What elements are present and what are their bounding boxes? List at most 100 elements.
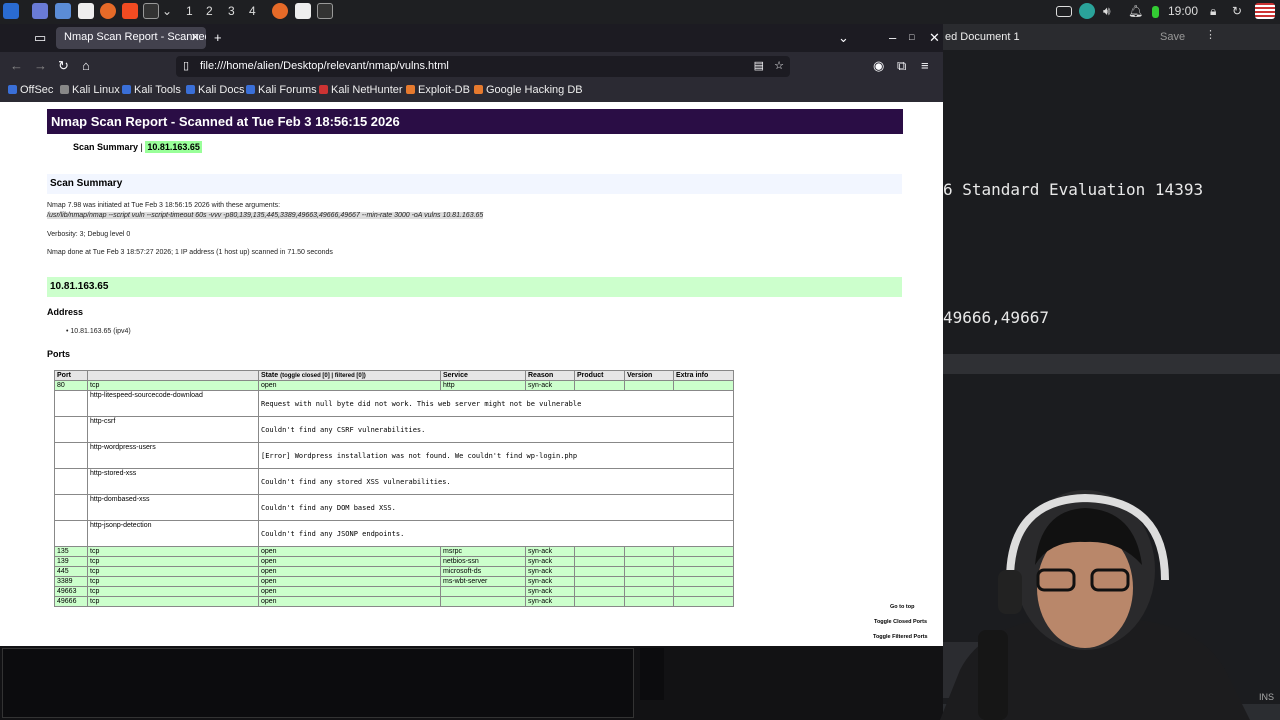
display-icon[interactable]	[1056, 6, 1072, 17]
save-button[interactable]: Save	[1160, 31, 1185, 43]
host-link[interactable]: 10.81.163.65	[145, 141, 202, 153]
bottom-terminal-area	[0, 646, 943, 720]
col-port: Port	[54, 370, 88, 381]
editor-line: 49666,49667	[943, 308, 1049, 327]
network-icon[interactable]: ↻	[1232, 4, 1242, 18]
workspace-dropdown-icon[interactable]: ⌄	[162, 4, 172, 18]
desktop-icon[interactable]	[32, 3, 48, 19]
extensions-icon[interactable]: ⧉	[897, 58, 906, 74]
app-menu-icon[interactable]: ≡	[921, 58, 929, 73]
terminal-icon[interactable]	[143, 3, 159, 19]
background-editor-titlebar: ed Document 1 Save ⋮	[943, 24, 1280, 50]
ports-table: Port State (toggle closed [0] | filtered…	[54, 370, 734, 607]
address-title: Address	[47, 307, 84, 317]
bookmark-kali-docs[interactable]: Kali Docs	[186, 84, 244, 96]
tab-bar: ▭ Nmap Scan Report - Scanned ✕ + ⌄ – □ ✕	[0, 24, 943, 52]
new-tab-icon[interactable]: +	[214, 30, 222, 45]
firefox-icon[interactable]	[100, 3, 116, 19]
bookmark-kali-tools[interactable]: Kali Tools	[122, 84, 181, 96]
system-panel: ⌄ 1 2 3 4 🔊︎ 🔔︎ 19:00 🔒︎ ↻	[0, 0, 1280, 24]
workspace-1[interactable]: 1	[186, 4, 193, 18]
bookmark-kali-forums[interactable]: Kali Forums	[246, 84, 317, 96]
tab-title: Nmap Scan Report - Scanned	[64, 31, 206, 43]
editor-line: 6 Standard Evaluation 14393	[943, 180, 1204, 199]
script-row: http-csrf Couldn't find any CSRF vulnerab…	[54, 416, 734, 443]
bookmark-kali-nethunter[interactable]: Kali NetHunter	[319, 84, 403, 96]
script-row: http-litespeed-sourcecode-download Reques…	[54, 390, 734, 417]
text-editor-icon[interactable]	[78, 3, 94, 19]
workspace-3[interactable]: 3	[228, 4, 235, 18]
url-bar[interactable]: ▯ file:///home/alien/Desktop/relevant/nm…	[176, 56, 790, 77]
volume-icon[interactable]: 🔊︎	[1103, 4, 1111, 19]
file-manager-icon[interactable]	[55, 3, 71, 19]
script-row: http-dombased-xss Couldn't find any DOM b…	[54, 494, 734, 521]
us-flag-icon[interactable]	[1255, 3, 1275, 19]
page-content: Nmap Scan Report - Scanned at Tue Feb 3 …	[0, 102, 943, 646]
report-title: Nmap Scan Report - Scanned at Tue Feb 3 …	[47, 109, 903, 134]
minimize-icon[interactable]: –	[889, 30, 896, 45]
account-icon[interactable]: ◉	[873, 58, 884, 74]
menu-icon[interactable]: ⋮	[1205, 28, 1216, 41]
script-row: http-jsonp-detection Couldn't find any JS…	[54, 520, 734, 547]
workspace-2[interactable]: 2	[206, 4, 213, 18]
bookmark-google-hacking-db[interactable]: Google Hacking DB	[474, 84, 583, 96]
command-text: /usr/lib/nmap/nmap --script vuln --scrip…	[47, 212, 484, 219]
col-protocol	[87, 370, 259, 381]
taskbar-terminal-icon[interactable]	[317, 3, 333, 19]
firefox-window: ▭ Nmap Scan Report - Scanned ✕ + ⌄ – □ ✕…	[0, 24, 943, 646]
col-product: Product	[574, 370, 625, 381]
bookmark-exploit-db[interactable]: Exploit-DB	[406, 84, 470, 96]
lock-icon[interactable]: 🔒︎	[1210, 4, 1216, 19]
forward-icon[interactable]: →	[34, 58, 47, 73]
table-row: 80 tcp open http syn-ack	[54, 380, 734, 391]
app-tray-icon[interactable]	[1079, 3, 1095, 19]
home-icon[interactable]: ⌂	[82, 58, 90, 73]
webcam-overlay	[940, 490, 1250, 720]
col-extra-info: Extra info	[673, 370, 734, 381]
bookmark-kali-linux[interactable]: Kali Linux	[60, 84, 120, 96]
table-row: 139 tcp open netbios-ssn syn-ack	[54, 556, 734, 567]
tab-nmap-report[interactable]: Nmap Scan Report - Scanned ✕	[56, 27, 206, 49]
script-row: http-wordpress-users [Error] Wordpress in…	[54, 442, 734, 469]
url-text: file:///home/alien/Desktop/relevant/nmap…	[200, 60, 449, 72]
workspace-4[interactable]: 4	[249, 4, 256, 18]
bookmark-offsec[interactable]: OffSec	[8, 84, 53, 96]
section-header: Scan Summary	[47, 174, 902, 194]
terminal-pane[interactable]	[2, 648, 634, 718]
tab-groups-icon[interactable]: ▭	[34, 30, 46, 46]
table-row: 135 tcp open msrpc syn-ack	[54, 546, 734, 557]
battery-icon[interactable]	[1152, 6, 1159, 18]
scan-summary-link[interactable]: Scan Summary	[73, 142, 138, 152]
table-row: 445 tcp open microsoft-ds syn-ack	[54, 566, 734, 577]
address-item: • 10.81.163.65 (ipv4)	[66, 328, 131, 335]
close-window-icon[interactable]: ✕	[929, 30, 940, 46]
table-row: 49666 tcp open syn-ack	[54, 596, 734, 607]
col-service: Service	[440, 370, 526, 381]
list-tabs-icon[interactable]: ⌄	[838, 30, 849, 46]
kali-menu-icon[interactable]	[3, 3, 19, 19]
brave-icon[interactable]	[122, 3, 138, 19]
bookmarks-bar: OffSec Kali Linux Kali Tools Kali Docs K…	[0, 80, 943, 102]
script-row: http-stored-xss Couldn't find any stored …	[54, 468, 734, 495]
toggle-closed-filtered-link[interactable]: (toggle closed [0] | filtered [0])	[280, 373, 366, 379]
initiated-text: Nmap 7.98 was initiated at Tue Feb 3 18:…	[47, 202, 281, 209]
taskbar-firefox-icon[interactable]	[272, 3, 288, 19]
navigation-bar: ← → ↻ ⌂ ▯ file:///home/alien/Desktop/rel…	[0, 52, 943, 80]
reload-icon[interactable]: ↻	[58, 58, 69, 74]
reader-view-icon[interactable]: ▤	[754, 59, 764, 72]
notifications-icon[interactable]: 🔔︎	[1128, 4, 1143, 18]
close-tab-icon[interactable]: ✕	[191, 31, 200, 44]
terminal-pane-small[interactable]	[640, 648, 664, 700]
document-title: ed Document 1	[945, 31, 1020, 43]
taskbar-editor-icon[interactable]	[295, 3, 311, 19]
host-header: 10.81.163.65	[47, 277, 902, 297]
page-icon: ▯	[183, 60, 190, 72]
back-icon[interactable]: ←	[10, 58, 23, 73]
bookmark-star-icon[interactable]: ☆	[774, 59, 784, 72]
clock[interactable]: 19:00	[1168, 4, 1198, 18]
summary-nav: Scan Summary | 10.81.163.65	[73, 141, 202, 153]
maximize-icon[interactable]: □	[909, 32, 914, 42]
verbosity-text: Verbosity: 3; Debug level 0	[47, 231, 131, 238]
done-text: Nmap done at Tue Feb 3 18:57:27 2026; 1 …	[47, 249, 333, 256]
col-state: State (toggle closed [0] | filtered [0])	[258, 370, 441, 381]
